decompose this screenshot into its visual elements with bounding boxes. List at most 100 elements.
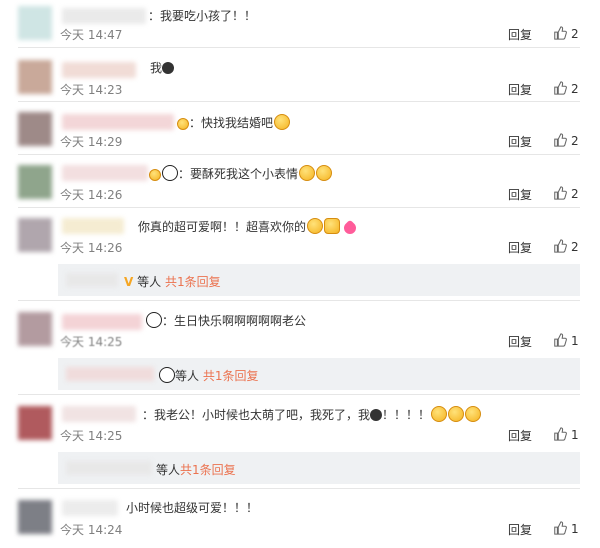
user-name[interactable] bbox=[62, 218, 124, 234]
avatar[interactable] bbox=[18, 60, 52, 94]
like-count: 2 bbox=[571, 82, 579, 96]
laugh-emoji-icon bbox=[299, 165, 316, 181]
comment-text-tail: ！！！！ bbox=[382, 408, 431, 422]
thumbs-up-icon bbox=[554, 239, 567, 253]
comment-text: 小时候也超级可爱！！！ bbox=[126, 501, 259, 515]
comment-text: ：要酥死我这个小表情 bbox=[148, 165, 333, 182]
reply-button[interactable]: 回复 bbox=[508, 239, 532, 256]
like-button[interactable]: 2 bbox=[553, 81, 579, 96]
comment-text: ：快找我结婚吧 bbox=[176, 114, 291, 131]
divider bbox=[18, 47, 580, 48]
like-count: 1 bbox=[571, 522, 579, 536]
comment-time: 今天 14:25 bbox=[60, 335, 123, 349]
comment-time: 今天 14:29 bbox=[60, 135, 123, 149]
like-count: 1 bbox=[571, 428, 579, 442]
like-button[interactable]: 2 bbox=[553, 186, 579, 201]
comment-text-main: ：快找我结婚吧 bbox=[189, 116, 274, 130]
sub-reply-box[interactable]: V 等人 共1条回复 bbox=[58, 264, 580, 296]
sub-reply-text: V 等人 共1条回复 bbox=[124, 273, 221, 290]
like-count: 1 bbox=[571, 334, 579, 348]
reply-button[interactable]: 回复 bbox=[508, 133, 532, 150]
reply-button[interactable]: 回复 bbox=[508, 81, 532, 98]
reply-button[interactable]: 回复 bbox=[508, 521, 532, 538]
comment-text: 你真的超可爱啊！！超喜欢你的 bbox=[138, 218, 359, 237]
reply-button[interactable]: 回复 bbox=[508, 333, 532, 350]
user-name[interactable] bbox=[62, 165, 148, 181]
divider bbox=[18, 488, 580, 489]
user-name[interactable] bbox=[62, 500, 118, 516]
grin-emoji-icon bbox=[448, 406, 465, 422]
vip-icon bbox=[149, 169, 161, 181]
like-button[interactable]: 1 bbox=[553, 521, 579, 536]
divider bbox=[18, 394, 580, 395]
sub-reply-who: 等人 bbox=[137, 275, 162, 289]
comment-text: 我 bbox=[150, 60, 175, 76]
sub-reply-who: 等人 bbox=[156, 463, 181, 477]
vip-icon bbox=[177, 118, 189, 130]
sad-emoji-icon bbox=[274, 114, 291, 130]
vip-badge-icon bbox=[370, 409, 383, 421]
comment-time: 今天 14:26 bbox=[60, 188, 123, 202]
sub-reply-text: 等人共1条回复 bbox=[156, 461, 236, 478]
comment-time: 今天 14:26 bbox=[60, 241, 123, 255]
divider bbox=[18, 207, 580, 208]
like-button[interactable]: 1 bbox=[553, 333, 579, 348]
like-button[interactable]: 2 bbox=[553, 26, 579, 41]
sub-reply-box[interactable]: 等人共1条回复 bbox=[58, 452, 580, 484]
sub-reply-user[interactable] bbox=[66, 273, 118, 287]
comment-text: ：我要吃小孩了！！ bbox=[148, 9, 257, 23]
user-name[interactable] bbox=[62, 314, 142, 330]
grin-emoji-icon bbox=[465, 406, 482, 422]
thumbs-up-icon bbox=[554, 521, 567, 535]
sub-reply-who: 等人 bbox=[175, 369, 200, 383]
sub-reply-count[interactable]: 共1条回复 bbox=[203, 369, 259, 383]
cry-emoji-icon bbox=[307, 218, 324, 234]
comment-text-main: ：要酥死我这个小表情 bbox=[178, 167, 299, 181]
like-button[interactable]: 2 bbox=[553, 133, 579, 148]
avatar[interactable] bbox=[18, 312, 52, 346]
user-name[interactable] bbox=[62, 8, 146, 24]
panda-emoji-icon bbox=[146, 312, 162, 328]
user-name[interactable] bbox=[62, 62, 136, 78]
divider bbox=[18, 300, 580, 301]
avatar[interactable] bbox=[18, 218, 52, 252]
sub-reply-user[interactable] bbox=[66, 367, 154, 381]
sub-reply-count[interactable]: 共1条回复 bbox=[165, 275, 221, 289]
like-button[interactable]: 2 bbox=[553, 239, 579, 254]
comment-text-main: ：我老公！小时候也太萌了吧，我死了，我 bbox=[142, 408, 371, 422]
avatar[interactable] bbox=[18, 500, 52, 534]
grin-emoji-icon bbox=[431, 406, 448, 422]
avatar[interactable] bbox=[18, 165, 52, 199]
sub-reply-count[interactable]: 共1条回复 bbox=[180, 463, 236, 477]
user-name[interactable] bbox=[62, 406, 136, 422]
laugh-emoji-icon bbox=[316, 165, 333, 181]
reply-button[interactable]: 回复 bbox=[508, 26, 532, 43]
thumbs-up-icon bbox=[554, 427, 567, 441]
reply-button[interactable]: 回复 bbox=[508, 186, 532, 203]
avatar[interactable] bbox=[18, 6, 52, 40]
thumbs-up-icon bbox=[554, 133, 567, 147]
like-count: 2 bbox=[571, 134, 579, 148]
sub-reply-text: 等人 共1条回复 bbox=[158, 367, 258, 384]
sub-reply-user[interactable] bbox=[66, 461, 152, 475]
divider bbox=[18, 101, 580, 102]
thumbs-up-icon bbox=[554, 81, 567, 95]
user-name[interactable] bbox=[62, 114, 174, 130]
like-count: 2 bbox=[571, 240, 579, 254]
like-count: 2 bbox=[571, 187, 579, 201]
comment-text: ：生日快乐啊啊啊啊啊老公 bbox=[145, 312, 306, 329]
sub-reply-box[interactable]: 等人 共1条回复 bbox=[58, 358, 580, 390]
thumbs-up-icon bbox=[554, 186, 567, 200]
like-count: 2 bbox=[571, 27, 579, 41]
panda-emoji-icon bbox=[162, 165, 178, 181]
like-button[interactable]: 1 bbox=[553, 427, 579, 442]
avatar[interactable] bbox=[18, 406, 52, 440]
thumbs-up-icon bbox=[554, 26, 567, 40]
comment-time: 今天 14:23 bbox=[60, 83, 123, 97]
avatar[interactable] bbox=[18, 112, 52, 146]
reply-button[interactable]: 回复 bbox=[508, 427, 532, 444]
panda-emoji-icon bbox=[159, 367, 175, 383]
comment-text-main: ：生日快乐啊啊啊啊啊老公 bbox=[162, 314, 307, 328]
divider bbox=[18, 154, 580, 155]
comment-text-main: 你真的超可爱啊！！超喜欢你的 bbox=[138, 220, 307, 234]
